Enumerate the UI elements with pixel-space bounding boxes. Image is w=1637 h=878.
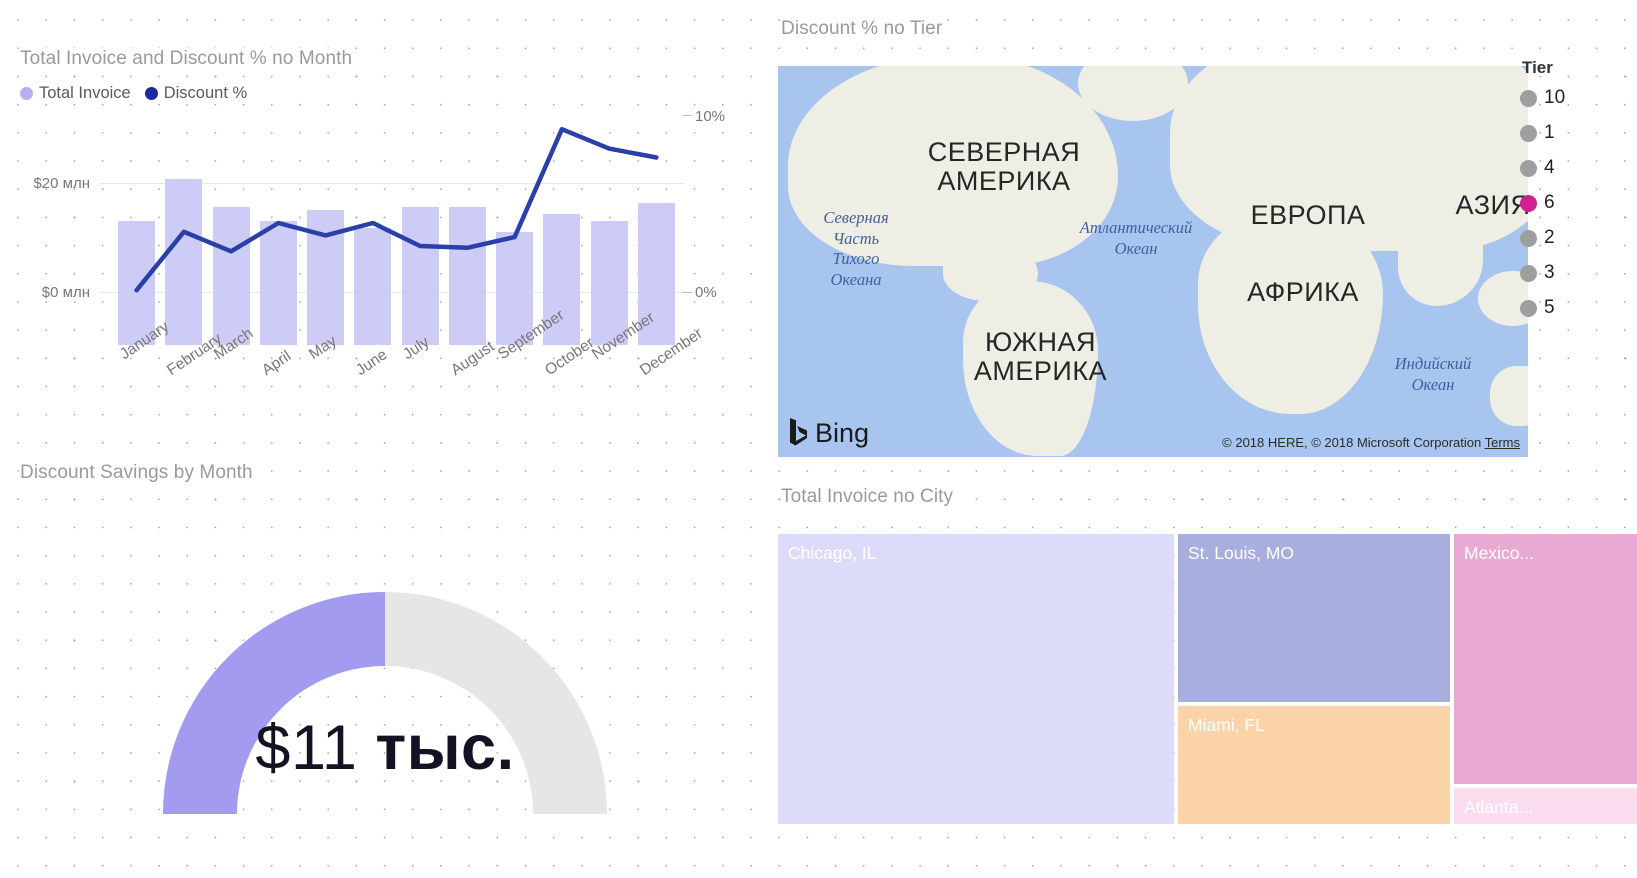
legend-item-total-invoice[interactable]: Total Invoice (20, 84, 131, 103)
map-label-asia: АЗИЯ (1455, 190, 1528, 220)
tier-swatch-2 (1520, 229, 1537, 247)
gauge-visual[interactable]: Discount Savings by Month $11 тыс. (0, 462, 770, 878)
treemap-cell-label: Mexico... (1464, 543, 1535, 563)
x-axis-label-june: June (353, 346, 391, 380)
tier-legend-item-3[interactable]: 3 (1520, 262, 1635, 284)
legend-swatch-total-invoice (20, 87, 33, 100)
y-axis-label-0m: $0 млн (41, 284, 90, 301)
tier-legend-title: Tier (1522, 58, 1553, 77)
tier-label-3: 3 (1544, 262, 1555, 283)
gauge-area[interactable]: $11 тыс. (0, 484, 770, 854)
tier-label-4: 4 (1544, 157, 1555, 178)
map-label-africa: АФРИКА (1247, 277, 1359, 307)
gauge-value-amount: $11 (255, 713, 358, 783)
map-label-europe: ЕВРОПА (1250, 200, 1366, 230)
x-axis-label-april: April (258, 347, 294, 380)
x-axis-labels: January February March April May June July Augu… (113, 307, 706, 437)
legend-label-total-invoice: Total Invoice (39, 84, 131, 102)
treemap-cell[interactable]: Atlanta... (1454, 788, 1637, 824)
tier-label-1: 1 (1544, 122, 1555, 143)
tier-legend-item-2[interactable]: 2 (1520, 227, 1635, 249)
tier-swatch-5 (1520, 299, 1537, 317)
map-title: Discount % no Tier (781, 18, 946, 40)
map-copyright-text: © 2018 HERE, © 2018 Microsoft Corporatio… (1222, 435, 1482, 450)
report-canvas: Total Invoice and Discount % no Month To… (0, 0, 1637, 878)
y2-tick-0pct (682, 292, 692, 293)
combo-chart-visual[interactable]: Total Invoice and Discount % no Month To… (0, 48, 770, 448)
landmass-india (1398, 221, 1483, 306)
bing-logo[interactable]: Bing (788, 417, 869, 449)
legend-swatch-discount-pct (144, 87, 158, 100)
treemap-cell-label: Chicago, IL (788, 543, 877, 563)
treemap-cell[interactable]: Miami, FL (1178, 706, 1450, 824)
treemap-cell[interactable]: St. Louis, MO (1178, 534, 1450, 702)
gauge-arc (163, 592, 607, 815)
combo-chart-legend[interactable]: Total Invoice Discount % (20, 84, 770, 103)
tier-label-2: 2 (1544, 227, 1555, 248)
treemap-cell-label: Atlanta... (1464, 797, 1534, 817)
y-axis-label-20m: $20 млн (33, 175, 90, 192)
map-label-atlantic-ocean: Атлантический Океан (1079, 218, 1193, 258)
tier-legend-item-5[interactable]: 5 (1520, 297, 1635, 319)
tier-legend-item-4[interactable]: 4 (1520, 157, 1635, 179)
combo-chart-title: Total Invoice and Discount % no Month (20, 48, 356, 70)
map-visual[interactable]: Discount % no Tier СЕВЕРНАЯ АМЕРИКА ЮЖНАЯ… (778, 18, 1637, 457)
treemap-cell[interactable]: Mexico... (1454, 534, 1637, 784)
tier-label-5: 5 (1544, 297, 1555, 318)
bing-mark-icon (790, 418, 807, 446)
map-label-south-america: ЮЖНАЯ АМЕРИКА (973, 327, 1108, 387)
treemap-cell[interactable]: Chicago, IL (778, 534, 1174, 824)
gauge-title: Discount Savings by Month (20, 462, 256, 484)
tier-swatch-10 (1520, 89, 1537, 107)
tier-label-10: 10 (1544, 87, 1566, 108)
tier-swatch-3 (1520, 264, 1537, 282)
tier-swatch-4 (1520, 159, 1537, 177)
tier-swatch-1 (1520, 124, 1537, 142)
map-label-indian-ocean: Индийский Океан (1394, 354, 1472, 394)
gauge-value: $11 тыс. (0, 712, 770, 784)
map-terms-link[interactable]: Terms (1485, 435, 1520, 450)
treemap-cell-label: Miami, FL (1188, 715, 1265, 735)
tier-legend-item-1[interactable]: 1 (1520, 122, 1635, 144)
map-label-north-pacific-ocean: Северная Часть Тихого Океана (823, 208, 889, 289)
map-attribution: © 2018 HERE, © 2018 Microsoft Corporatio… (1222, 435, 1520, 450)
legend-item-discount-pct[interactable]: Discount % (144, 84, 248, 103)
line-series-discount-pct[interactable] (113, 115, 680, 345)
tier-legend[interactable]: Tier 10 1 4 6 2 3 5 (1520, 58, 1635, 332)
map-canvas[interactable]: СЕВЕРНАЯ АМЕРИКА ЮЖНАЯ АМЕРИКА ЕВРОПА АФРИ… (778, 66, 1528, 457)
y2-axis-label-10pct: 10% (695, 108, 726, 125)
gauge-value-unit: тыс. (375, 713, 515, 783)
legend-label-discount-pct: Discount % (163, 84, 248, 102)
tier-legend-item-10[interactable]: 10 (1520, 87, 1635, 109)
treemap-cells[interactable]: Chicago, IL St. Louis, MO Miami, FL Mexico.… (778, 534, 1637, 824)
y2-tick-10pct (682, 115, 692, 116)
y2-axis-label-0pct: 0% (695, 284, 717, 301)
tier-legend-item-6[interactable]: 6 (1520, 192, 1635, 214)
treemap-title: Total Invoice no City (781, 486, 957, 508)
treemap-visual[interactable]: Total Invoice no City Chicago, IL St. Lou… (778, 486, 1637, 878)
tier-label-6: 6 (1544, 192, 1555, 213)
combo-plot-area[interactable]: $20 млн $0 млн 10% 0% January February Mar… (0, 108, 770, 379)
bing-wordmark: Bing (815, 417, 870, 448)
map-label-north-america: СЕВЕРНАЯ АМЕРИКА (927, 137, 1081, 197)
tier-swatch-6 (1520, 194, 1537, 212)
treemap-cell-label: St. Louis, MO (1188, 543, 1295, 563)
